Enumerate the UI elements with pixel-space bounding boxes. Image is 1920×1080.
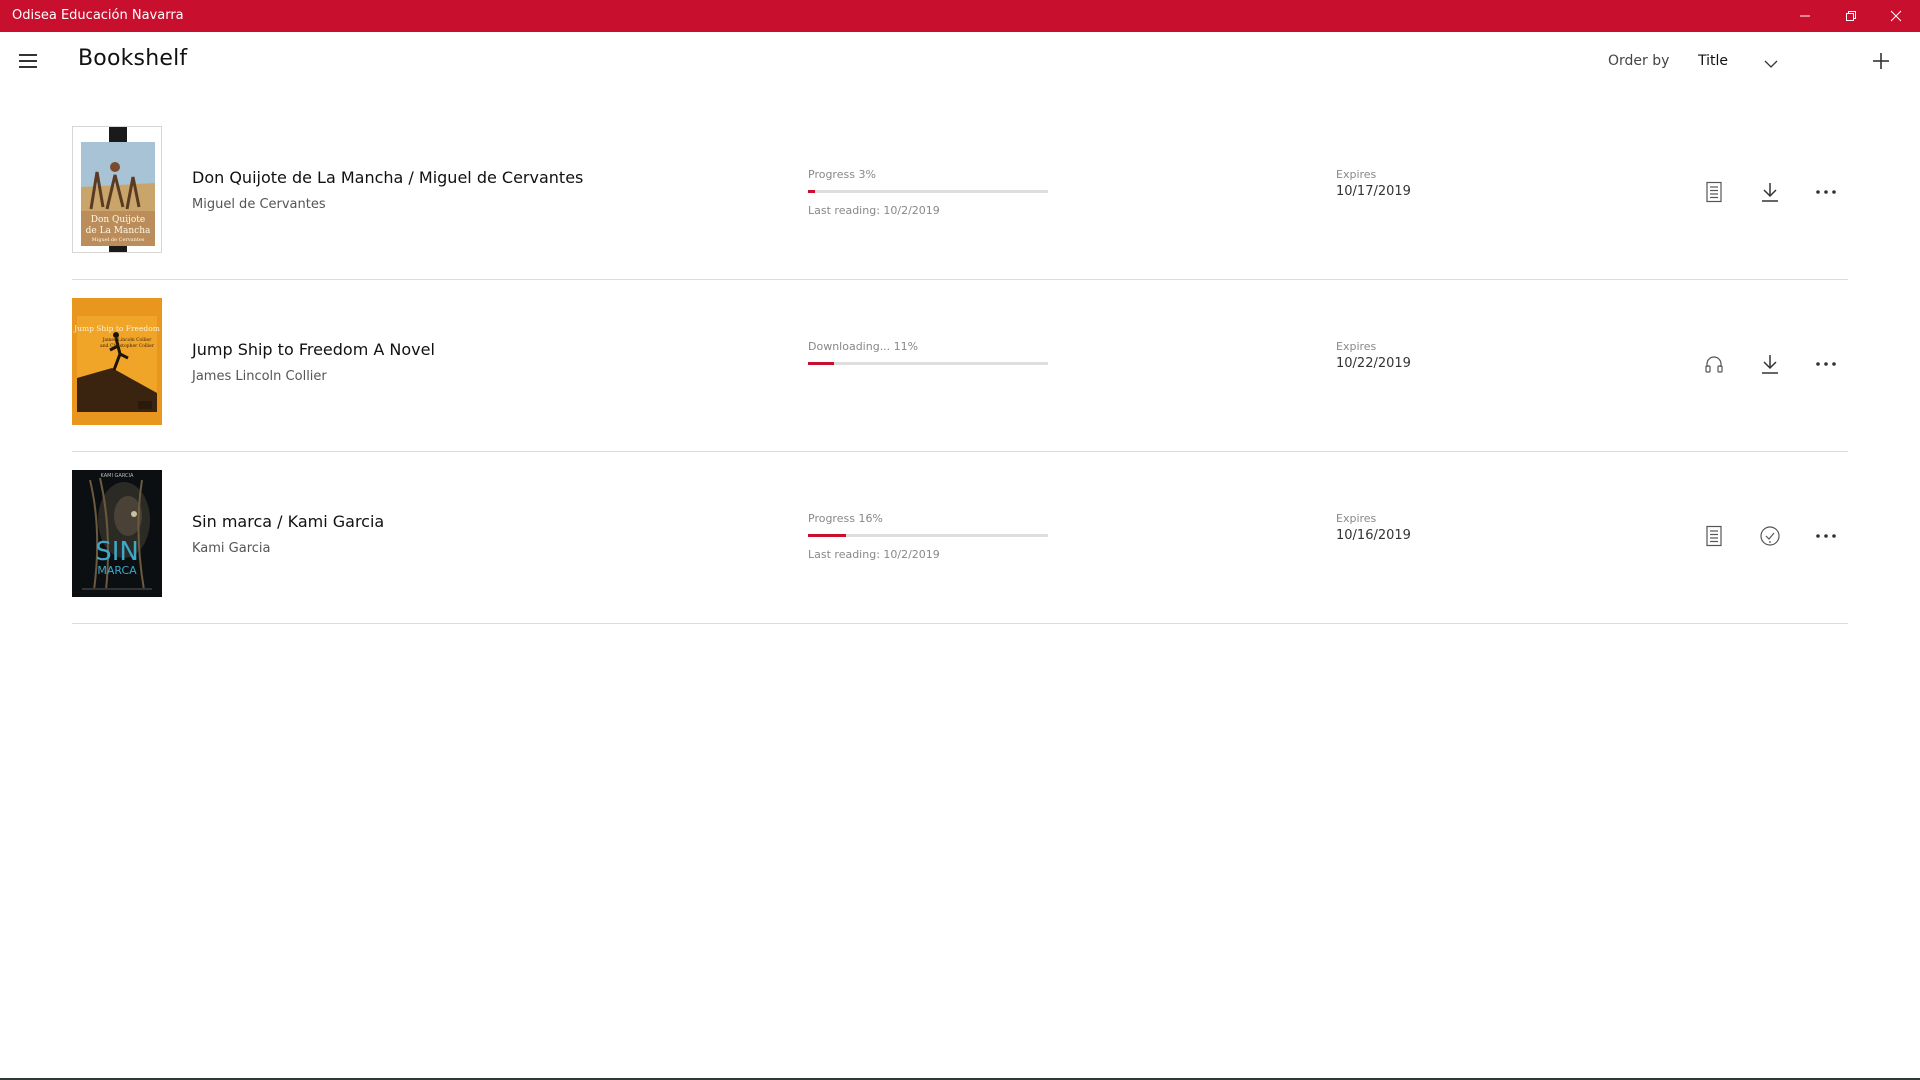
order-by-value: Title xyxy=(1698,53,1729,69)
document-icon xyxy=(1706,181,1722,203)
book-author: James Lincoln Collier xyxy=(192,369,327,384)
expires-date: 10/22/2019 xyxy=(1336,356,1411,371)
more-icon xyxy=(1816,534,1836,538)
downloaded-check-icon xyxy=(1760,526,1780,546)
chevron-down-icon xyxy=(1764,54,1778,73)
more-icon xyxy=(1816,190,1836,194)
cover-title-line-2: de La Mancha xyxy=(86,226,151,236)
cover-illustration: Jump Ship to Freedom James Lincoln Colli… xyxy=(72,298,162,425)
read-button[interactable] xyxy=(1698,520,1730,552)
restore-icon xyxy=(1846,11,1856,21)
downloaded-status-button[interactable] xyxy=(1754,520,1786,552)
book-list: Don Quijote de La Mancha Miguel de Cerva… xyxy=(72,108,1848,624)
download-icon xyxy=(1762,183,1778,202)
minimize-icon xyxy=(1800,15,1810,17)
progress-fill xyxy=(808,190,816,193)
book-row[interactable]: Jump Ship to Freedom James Lincoln Colli… xyxy=(72,280,1848,452)
last-reading: Last reading: 10/2/2019 xyxy=(808,548,940,561)
more-options-button[interactable] xyxy=(1810,348,1842,380)
cover-title-line-1: SIN xyxy=(95,537,139,567)
document-icon xyxy=(1706,525,1722,547)
book-author: Kami Garcia xyxy=(192,541,271,556)
expires-label: Expires xyxy=(1336,340,1377,353)
last-reading: Last reading: 10/2/2019 xyxy=(808,204,940,217)
cover-title-line-1: Don Quijote xyxy=(91,215,146,225)
window-title: Odisea Educación Navarra xyxy=(12,8,184,23)
progress-bar xyxy=(808,190,1048,193)
window-titlebar: Odisea Educación Navarra xyxy=(0,0,1920,32)
expires-label: Expires xyxy=(1336,168,1377,181)
book-title[interactable]: Don Quijote de La Mancha / Miguel de Cer… xyxy=(192,168,583,187)
book-row[interactable]: KAMI GARCIA SIN MARCA Sin marca / Kami G… xyxy=(72,452,1848,624)
progress-label: Progress 3% xyxy=(808,168,876,181)
book-author: Miguel de Cervantes xyxy=(192,197,326,212)
cover-title-line-2: MARCA xyxy=(97,564,137,577)
book-row[interactable]: Don Quijote de La Mancha Miguel de Cerva… xyxy=(72,108,1848,280)
progress-fill xyxy=(808,362,835,365)
listen-button[interactable] xyxy=(1698,348,1730,380)
cover-title-line-1: Jump Ship to Freedom xyxy=(73,324,160,333)
more-options-button[interactable] xyxy=(1810,176,1842,208)
app-header: Bookshelf Order by Title xyxy=(0,32,1920,88)
download-status-label: Downloading... 11% xyxy=(808,340,919,353)
download-button[interactable] xyxy=(1754,348,1786,380)
book-title[interactable]: Jump Ship to Freedom A Novel xyxy=(192,340,435,359)
cover-author: KAMI GARCIA xyxy=(101,473,134,479)
page-title: Bookshelf xyxy=(78,46,188,71)
read-button[interactable] xyxy=(1698,176,1730,208)
order-by-label: Order by xyxy=(1608,53,1670,69)
download-button[interactable] xyxy=(1754,176,1786,208)
more-icon xyxy=(1816,362,1836,366)
menu-button[interactable] xyxy=(14,47,42,75)
cover-author: Miguel de Cervantes xyxy=(92,237,145,243)
add-book-button[interactable] xyxy=(1866,46,1896,76)
book-title[interactable]: Sin marca / Kami Garcia xyxy=(192,512,384,531)
order-by-dropdown[interactable]: Title xyxy=(1690,42,1790,78)
cover-illustration: Don Quijote de La Mancha Miguel de Cerva… xyxy=(81,127,155,252)
download-icon xyxy=(1762,355,1778,374)
expires-date: 10/16/2019 xyxy=(1336,528,1411,543)
headphones-icon xyxy=(1705,356,1723,373)
cover-author-line-2: and Christopher Collier xyxy=(100,343,155,349)
book-cover[interactable]: Jump Ship to Freedom James Lincoln Colli… xyxy=(72,298,162,425)
close-icon xyxy=(1890,10,1902,22)
progress-bar xyxy=(808,534,1048,537)
more-options-button[interactable] xyxy=(1810,520,1842,552)
progress-label: Progress 16% xyxy=(808,512,883,525)
progress-fill xyxy=(808,534,847,537)
plus-icon xyxy=(1873,53,1889,69)
book-cover[interactable]: Don Quijote de La Mancha Miguel de Cerva… xyxy=(72,126,162,253)
cover-illustration: KAMI GARCIA SIN MARCA xyxy=(72,470,162,597)
book-cover[interactable]: KAMI GARCIA SIN MARCA xyxy=(72,470,162,597)
download-progress-bar xyxy=(808,362,1048,365)
expires-date: 10/17/2019 xyxy=(1336,184,1411,199)
cover-author-line-1: James Lincoln Collier xyxy=(102,337,153,343)
hamburger-icon xyxy=(19,54,37,68)
expires-label: Expires xyxy=(1336,512,1377,525)
close-button[interactable] xyxy=(1868,0,1920,32)
